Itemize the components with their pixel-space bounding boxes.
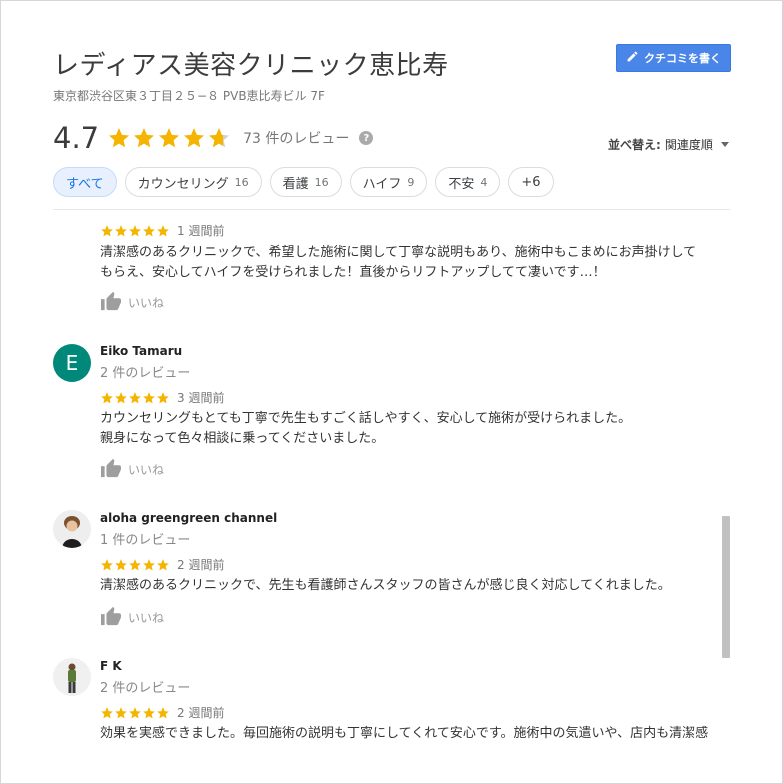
- star-icon: [129, 224, 141, 236]
- star-icon: [101, 391, 113, 403]
- star-icon: [115, 224, 127, 236]
- review-text-line: 親身になって色々相談に乗ってくださいました。: [100, 431, 385, 446]
- review-list-scrollbar[interactable]: [722, 516, 730, 658]
- review-stars: [100, 706, 170, 720]
- reviews-dialog: レディアス美容クリニック恵比寿 東京都渋谷区東３丁目２５−８ PVB恵比寿ビル …: [0, 0, 783, 784]
- star-icon: [159, 128, 180, 148]
- review-rating: 3 週間前: [100, 389, 224, 406]
- star-icon: [115, 706, 127, 718]
- review-text: 効果を実感できました。毎回施術の説明も丁寧にしてくれて安心です。施術中の気遣いや…: [100, 724, 710, 744]
- like-label: いいね: [128, 463, 165, 477]
- star-icon: [143, 391, 155, 403]
- star-icon: [143, 224, 155, 236]
- review-stars: [100, 558, 170, 572]
- review-list[interactable]: 1 週間前 清潔感のあるクリニックで、希望した施術に関して丁寧な説明もあり、施術…: [1, 210, 782, 783]
- review-author-meta: 1 件のレビュー: [100, 533, 191, 548]
- star-icon: [129, 706, 141, 718]
- review-text-line: 清潔感のあるクリニックで、先生も看護師さんスタッフの皆さんが感じ良く対応してくれ…: [100, 578, 671, 593]
- star-icon: [209, 128, 230, 148]
- sort-label: 並べ替え:: [608, 138, 661, 152]
- rating-summary: 4.7 73 件のレビュー ?: [53, 121, 374, 155]
- chip-count: 4: [480, 175, 488, 189]
- chip-count: 16: [314, 175, 329, 189]
- caret-down-icon: [720, 142, 729, 147]
- review-author-meta: 2 件のレビュー: [100, 366, 191, 381]
- star-icon: [157, 558, 169, 570]
- review-date: 2 週間前: [177, 558, 225, 572]
- review-stars: [100, 224, 170, 238]
- review-date: 1 週間前: [177, 224, 225, 238]
- review-date: 2 週間前: [177, 706, 225, 720]
- review-text-line: カウンセリングもとても丁寧で先生もすごく話しやすく、安心して施術が受けられました…: [100, 411, 632, 426]
- star-icon: [129, 391, 141, 403]
- like-button[interactable]: いいね: [100, 458, 164, 481]
- write-review-button[interactable]: クチコミを書く: [616, 44, 731, 72]
- thumbs-up-icon: [100, 291, 122, 314]
- star-icon: [115, 558, 127, 570]
- star-icon: [157, 391, 169, 403]
- star-icon: [143, 706, 155, 718]
- chip-label: すべて: [66, 176, 104, 192]
- review-stars: [100, 391, 170, 405]
- pencil-icon: [626, 50, 639, 66]
- review-count: 73 件のレビュー: [243, 131, 350, 147]
- thumbs-up-icon: [100, 606, 122, 629]
- star-icon: [101, 224, 113, 236]
- chip-label: +6: [521, 174, 541, 190]
- chip-label: 不安: [448, 176, 475, 192]
- filter-chips: すべて カウンセリング 16 看護 16 ハイフ 9 不安 4 +6: [53, 167, 554, 197]
- help-icon[interactable]: ?: [359, 131, 374, 145]
- filter-chip-all[interactable]: すべて: [53, 167, 117, 197]
- chip-label: 看護: [282, 176, 309, 192]
- average-rating: 4.7: [53, 121, 100, 155]
- review-rating: 2 週間前: [100, 556, 224, 573]
- thumbs-up-icon: [100, 458, 122, 481]
- page-title: レディアス美容クリニック恵比寿: [53, 51, 449, 81]
- review-author-meta: 2 件のレビュー: [100, 681, 191, 696]
- avatar[interactable]: [53, 658, 91, 696]
- star-icon: [143, 558, 155, 570]
- review-rating: 2 週間前: [100, 704, 224, 721]
- filter-chip-more[interactable]: +6: [508, 167, 554, 197]
- avatar[interactable]: E: [53, 344, 91, 382]
- filter-chip-nursing[interactable]: 看護 16: [269, 167, 342, 197]
- review-text: カウンセリングもとても丁寧で先生もすごく話しやすく、安心して施術が受けられました…: [100, 409, 710, 449]
- filter-chip-anxiety[interactable]: 不安 4: [435, 167, 501, 197]
- chip-label: ハイフ: [362, 176, 402, 192]
- star-icon: [101, 706, 113, 718]
- filter-chip-hifu[interactable]: ハイフ 9: [349, 167, 428, 197]
- star-icon: [129, 558, 141, 570]
- review-text-line: 清潔感のあるクリニックで、希望した施術に関して丁寧な説明もあり、施術中もこまめに…: [100, 245, 697, 260]
- star-icon: [109, 128, 130, 148]
- star-icon: [184, 128, 205, 148]
- star-icon: [157, 706, 169, 718]
- chip-count: 9: [407, 175, 415, 189]
- star-icon: [134, 128, 155, 148]
- star-icon: [101, 558, 113, 570]
- like-label: いいね: [128, 611, 165, 625]
- review-rating: 1 週間前: [100, 222, 224, 239]
- review-date: 3 週間前: [177, 391, 225, 405]
- review-author[interactable]: F K: [100, 659, 122, 673]
- star-icon: [157, 224, 169, 236]
- review-author[interactable]: Eiko Tamaru: [100, 344, 182, 358]
- sort-value: 関連度順: [664, 138, 713, 152]
- filter-chip-counseling[interactable]: カウンセリング 16: [124, 167, 262, 197]
- review-text: 清潔感のあるクリニックで、先生も看護師さんスタッフの皆さんが感じ良く対応してくれ…: [100, 576, 710, 596]
- review-text-line: もらえ、安心してハイフを受けられました！直後からリフトアップしてて凄いです…！: [100, 265, 606, 280]
- star-icon: [115, 391, 127, 403]
- sort-dropdown[interactable]: 並べ替え: 関連度順: [608, 136, 729, 153]
- write-review-label: クチコミを書く: [644, 52, 721, 65]
- review-text: 清潔感のあるクリニックで、希望した施術に関して丁寧な説明もあり、施術中もこまめに…: [100, 243, 710, 283]
- review-text-line: 効果を実感できました。毎回施術の説明も丁寧にしてくれて安心です。施術中の気遣いや…: [100, 726, 709, 741]
- like-label: いいね: [128, 296, 165, 310]
- rating-stars: [107, 126, 231, 150]
- chip-count: 16: [234, 175, 249, 189]
- like-button[interactable]: いいね: [100, 291, 164, 314]
- like-button[interactable]: いいね: [100, 606, 164, 629]
- chip-label: カウンセリング: [137, 176, 229, 192]
- place-address: 東京都渋谷区東３丁目２５−８ PVB恵比寿ビル 7F: [53, 89, 325, 103]
- avatar[interactable]: [53, 510, 91, 548]
- review-author[interactable]: aloha greengreen channel: [100, 511, 277, 525]
